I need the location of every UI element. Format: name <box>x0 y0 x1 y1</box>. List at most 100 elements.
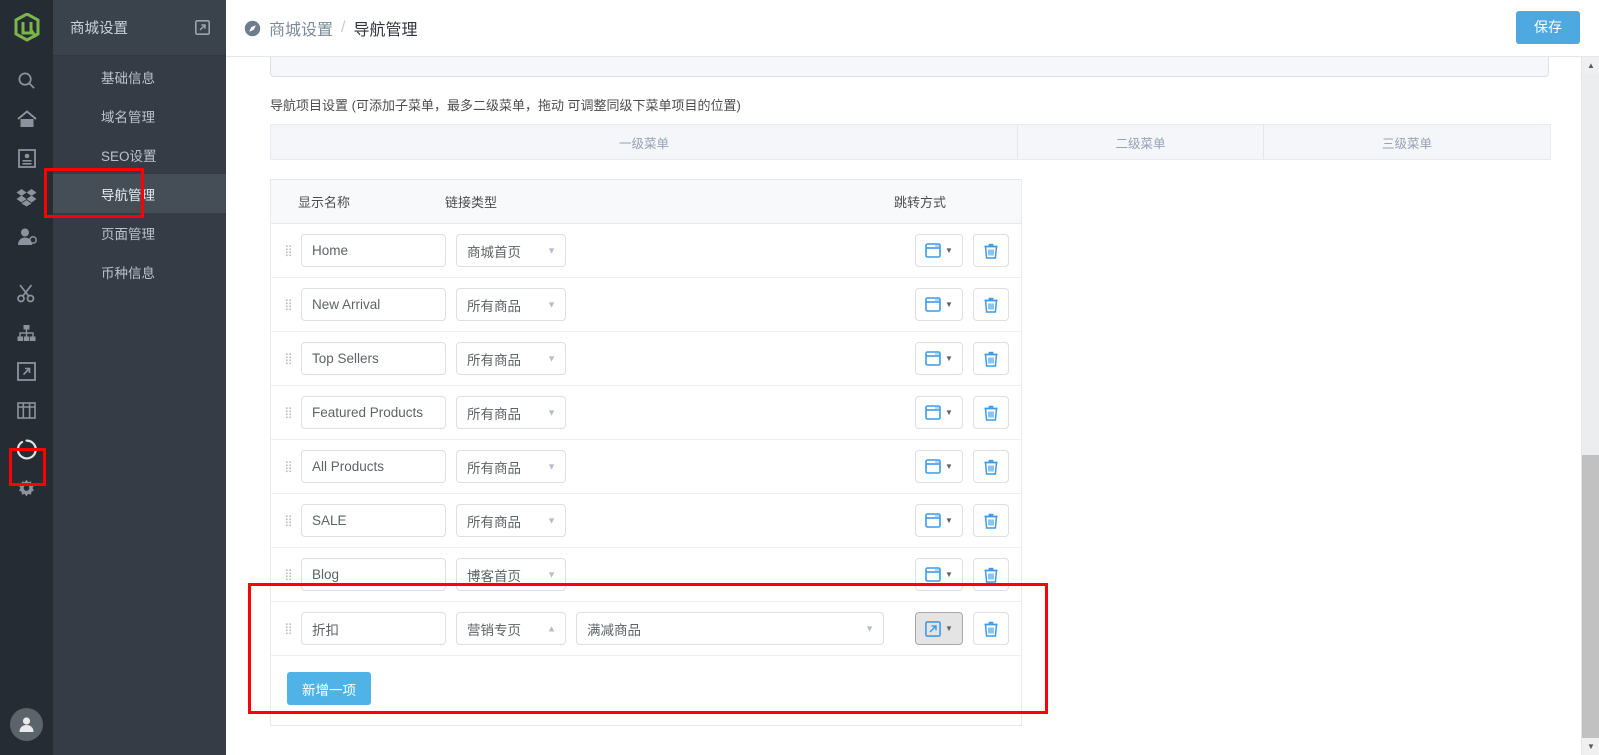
link-type-select[interactable]: 营销专页 ▲ <box>456 612 566 645</box>
display-name-input[interactable]: Featured Products <box>301 396 446 429</box>
delete-row-button[interactable] <box>973 612 1009 645</box>
add-item-area: 新增一项 <box>271 656 1021 725</box>
delete-row-button[interactable] <box>973 234 1009 267</box>
display-name-input[interactable]: Blog <box>301 558 446 591</box>
sidebar-item-seo[interactable]: SEO设置 <box>53 135 226 174</box>
delete-row-button[interactable] <box>973 504 1009 537</box>
jump-method-button[interactable]: ▼ <box>915 288 963 321</box>
sidebar-menu: 基础信息 域名管理 SEO设置 导航管理 页面管理 币种信息 <box>53 56 226 291</box>
chevron-down-icon: ▼ <box>945 353 953 363</box>
chevron-up-icon: ▲ <box>547 623 556 633</box>
tab-level-3[interactable]: 三级菜单 <box>1264 125 1550 159</box>
link-type-select[interactable]: 所有商品 ▼ <box>456 288 566 321</box>
scrollbar-thumb[interactable] <box>1582 455 1599 755</box>
display-name-input[interactable]: Home <box>301 234 446 267</box>
table-row: ⣿ Top Sellers 所有商品 ▼ ▼ <box>271 332 1021 386</box>
save-button[interactable]: 保存 <box>1516 11 1580 44</box>
tab-level-1-label: 一级菜单 <box>618 136 669 151</box>
display-name-input[interactable]: SALE <box>301 504 446 537</box>
gear-icon[interactable] <box>0 469 53 508</box>
top-bar: 商城设置 / 导航管理 保存 <box>226 0 1599 57</box>
tab-level-1[interactable]: 一级菜单 <box>271 125 1018 159</box>
display-name-input[interactable]: 折扣 <box>301 612 446 645</box>
external-link-icon[interactable] <box>195 20 210 35</box>
scroll-down-button[interactable]: ▼ <box>1582 738 1599 755</box>
drag-handle-icon[interactable]: ⣿ <box>281 461 297 472</box>
drag-handle-icon[interactable]: ⣿ <box>281 299 297 310</box>
link-type-select[interactable]: 博客首页 ▼ <box>456 558 566 591</box>
sidebar-item-basic-info[interactable]: 基础信息 <box>53 57 226 96</box>
link-type-select[interactable]: 所有商品 ▼ <box>456 396 566 429</box>
display-name-input[interactable]: All Products <box>301 450 446 483</box>
sidebar-item-currency[interactable]: 币种信息 <box>53 252 226 291</box>
chevron-down-icon: ▼ <box>945 407 953 417</box>
grid-columns-icon[interactable] <box>0 391 53 430</box>
jump-method-button[interactable]: ▼ <box>915 504 963 537</box>
dropbox-icon[interactable] <box>0 178 53 217</box>
chevron-down-icon: ▼ <box>945 515 953 525</box>
search-icon[interactable] <box>0 61 53 100</box>
delete-row-button[interactable] <box>973 396 1009 429</box>
jump-method-button[interactable]: ▼ <box>915 342 963 375</box>
tab-level-2-label: 二级菜单 <box>1115 136 1166 151</box>
table-row-selected: ⣿ 折扣 营销专页 ▲ 满减商品 ▼ ▼ <box>271 602 1021 656</box>
id-card-icon[interactable] <box>0 139 53 178</box>
jump-method-button[interactable]: ▼ <box>915 558 963 591</box>
vertical-scrollbar[interactable]: ▲ ▼ <box>1581 57 1599 755</box>
jump-method-button[interactable]: ▼ <box>915 396 963 429</box>
clipped-field-above[interactable]: main <box>270 57 1549 77</box>
drag-handle-icon[interactable]: ⣿ <box>281 569 297 580</box>
chevron-down-icon: ▼ <box>547 245 556 255</box>
table-row: ⣿ All Products 所有商品 ▼ ▼ <box>271 440 1021 494</box>
jump-method-button-active[interactable]: ▼ <box>915 612 963 645</box>
marketing-page-value: 满减商品 <box>587 622 641 638</box>
user-settings-icon[interactable] <box>0 217 53 256</box>
marketing-page-select[interactable]: 满减商品 ▼ <box>576 612 884 645</box>
breadcrumb-parent[interactable]: 商城设置 <box>269 16 333 40</box>
link-type-select[interactable]: 所有商品 ▼ <box>456 342 566 375</box>
chevron-down-icon: ▼ <box>945 461 953 471</box>
delete-row-button[interactable] <box>973 342 1009 375</box>
settings-sidebar: 商城设置 基础信息 域名管理 SEO设置 导航管理 页面管理 币种信息 <box>53 0 226 755</box>
drag-handle-icon[interactable]: ⣿ <box>281 515 297 526</box>
drag-handle-icon[interactable]: ⣿ <box>281 623 297 634</box>
link-type-select[interactable]: 所有商品 ▼ <box>456 450 566 483</box>
scroll-up-button[interactable]: ▲ <box>1582 57 1599 74</box>
circle-notch-icon[interactable] <box>0 430 53 469</box>
sidebar-item-pages[interactable]: 页面管理 <box>53 213 226 252</box>
delete-row-button[interactable] <box>973 558 1009 591</box>
jump-method-button[interactable]: ▼ <box>915 450 963 483</box>
delete-row-button[interactable] <box>973 288 1009 321</box>
scissors-icon[interactable] <box>0 274 53 313</box>
link-type-select[interactable]: 商城首页 ▼ <box>456 234 566 267</box>
drag-handle-icon[interactable]: ⣿ <box>281 407 297 418</box>
tab-level-3-label: 三级菜单 <box>1381 136 1432 151</box>
sidebar-item-label: 币种信息 <box>101 265 155 281</box>
display-name-input[interactable]: Top Sellers <box>301 342 446 375</box>
home-icon[interactable] <box>0 100 53 139</box>
drag-handle-icon[interactable]: ⣿ <box>281 245 297 256</box>
link-type-select[interactable]: 所有商品 ▼ <box>456 504 566 537</box>
user-avatar[interactable] <box>10 708 43 741</box>
table-row: ⣿ Featured Products 所有商品 ▼ ▼ <box>271 386 1021 440</box>
menu-level-tabs: 一级菜单 二级菜单 三级菜单 <box>270 124 1551 160</box>
table-row: ⣿ Blog 博客首页 ▼ ▼ <box>271 548 1021 602</box>
chevron-down-icon: ▼ <box>547 569 556 579</box>
drag-handle-icon[interactable]: ⣿ <box>281 353 297 364</box>
display-name-input[interactable]: New Arrival <box>301 288 446 321</box>
sidebar-item-navigation[interactable]: 导航管理 <box>53 174 226 213</box>
sidebar-header: 商城设置 <box>53 0 226 56</box>
sitemap-icon[interactable] <box>0 313 53 352</box>
brand-logo[interactable] <box>0 0 53 55</box>
chevron-down-icon: ▼ <box>945 569 953 579</box>
sidebar-item-domain[interactable]: 域名管理 <box>53 96 226 135</box>
link-type-value: 商城首页 <box>467 244 521 260</box>
link-type-value: 博客首页 <box>467 568 521 584</box>
navigation-items-panel: 显示名称 链接类型 跳转方式 ⣿ Home 商城首页 ▼ ▼ ⣿ New Arr… <box>270 179 1022 726</box>
sidebar-item-label: 域名管理 <box>101 109 155 125</box>
external-square-icon[interactable] <box>0 352 53 391</box>
jump-method-button[interactable]: ▼ <box>915 234 963 267</box>
tab-level-2[interactable]: 二级菜单 <box>1018 125 1264 159</box>
add-item-button[interactable]: 新增一项 <box>287 672 371 705</box>
delete-row-button[interactable] <box>973 450 1009 483</box>
